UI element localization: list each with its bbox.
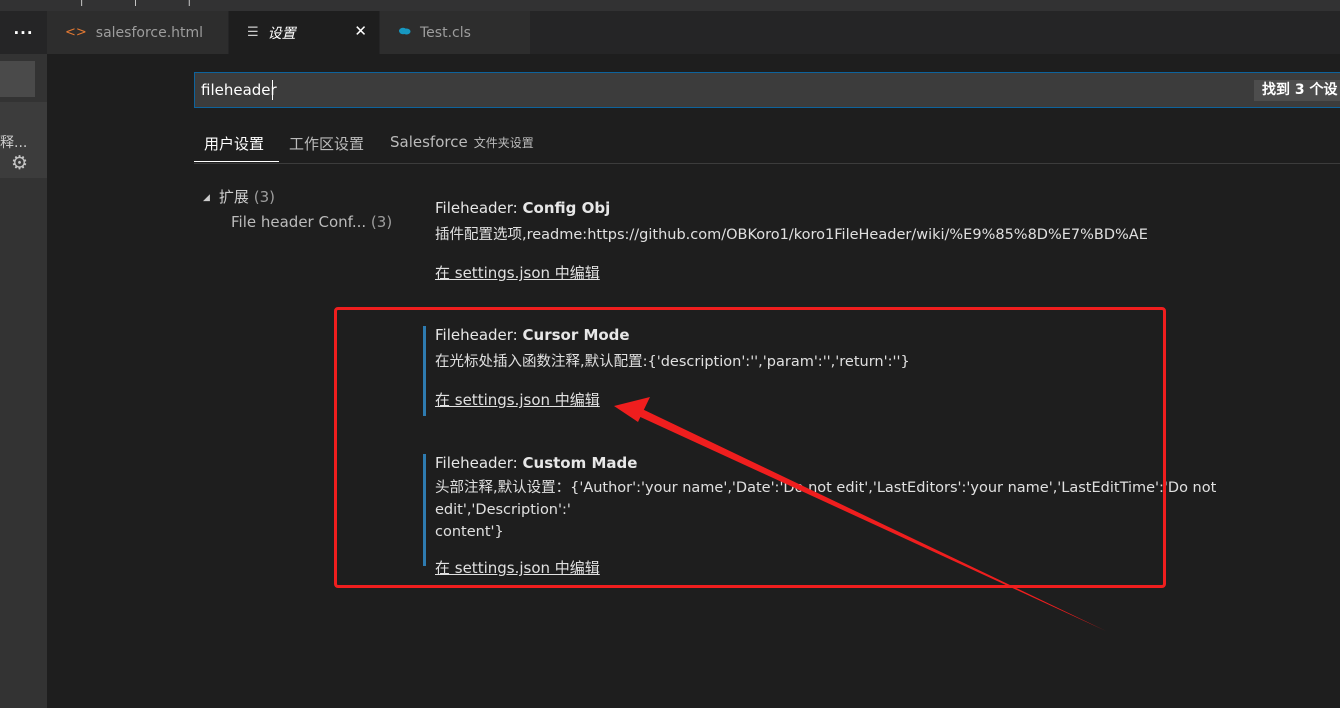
arrow-shaft <box>636 408 1106 631</box>
annotation-arrow <box>614 397 1106 631</box>
